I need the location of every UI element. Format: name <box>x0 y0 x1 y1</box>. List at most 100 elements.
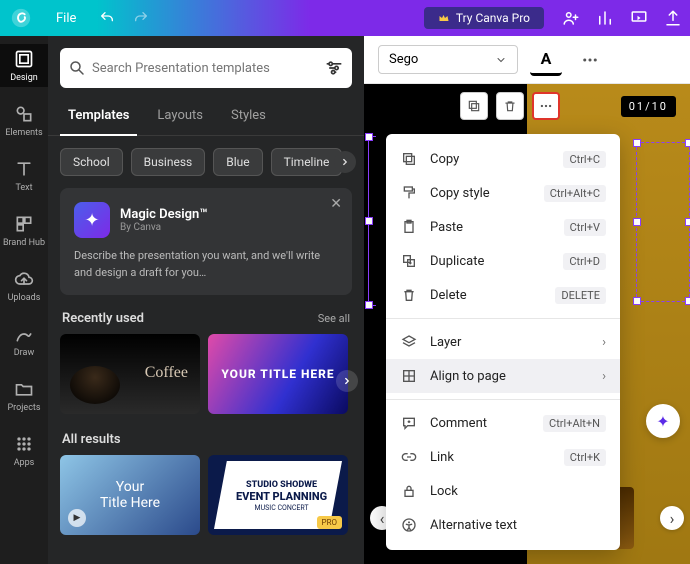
text-icon <box>14 159 34 179</box>
cm-duplicate[interactable]: DuplicateCtrl+D <box>386 244 620 278</box>
chip-timeline[interactable]: Timeline <box>271 148 343 176</box>
cm-copy[interactable]: CopyCtrl+C <box>386 142 620 176</box>
see-all-link[interactable]: See all <box>318 312 350 325</box>
rail-label: Design <box>10 73 38 83</box>
layers-icon <box>401 334 417 350</box>
template-thumb[interactable]: Your Title Here ▶ <box>60 455 200 535</box>
cm-alt-text[interactable]: Alternative text <box>386 508 620 542</box>
more-toolbar-button[interactable] <box>574 44 606 76</box>
magic-fab[interactable]: ✦ <box>646 404 680 438</box>
rail-label: Draw <box>14 348 34 358</box>
paint-roller-icon <box>401 185 417 201</box>
tab-label: Templates <box>68 108 129 123</box>
cm-label: Layer <box>430 335 590 350</box>
delete-page-button[interactable] <box>496 92 524 120</box>
all-thumbnails: Your Title Here ▶ STUDIO SHODWEEVENT PLA… <box>48 455 364 549</box>
cm-copy-style[interactable]: Copy style Ctrl+Alt+C <box>386 176 620 210</box>
present-button[interactable] <box>622 0 656 36</box>
search-input[interactable] <box>92 61 318 76</box>
cm-label: Copy <box>430 152 551 167</box>
template-thumb[interactable]: Coffee <box>60 334 200 414</box>
more-horizontal-icon <box>581 51 599 69</box>
thumb-text: Your <box>116 479 144 495</box>
presentation-icon <box>630 9 648 27</box>
text-color-label: A <box>541 49 552 68</box>
cm-label: Paste <box>430 220 552 235</box>
tab-templates[interactable]: Templates <box>60 100 137 135</box>
apps-icon <box>14 434 34 454</box>
rail-apps[interactable]: Apps <box>0 429 48 472</box>
chips-scroll-right[interactable] <box>334 151 356 173</box>
file-menu[interactable]: File <box>42 0 90 36</box>
copy-icon <box>467 99 481 113</box>
rail-label: Elements <box>5 128 42 138</box>
redo-button[interactable] <box>124 0 158 36</box>
magic-close-button[interactable]: ✕ <box>330 196 342 212</box>
chip-label: Business <box>144 155 193 169</box>
thumb-text: EVENT PLANNING <box>236 490 327 503</box>
chevron-right-icon <box>340 157 350 167</box>
rail-uploads[interactable]: Uploads <box>0 264 48 307</box>
share-button[interactable] <box>656 0 690 36</box>
context-menu: CopyCtrl+C Copy styleCtrl+Alt+C PasteCtr… <box>386 134 620 550</box>
try-pro-button[interactable]: Try Canva Pro <box>424 7 544 29</box>
design-icon <box>14 49 34 69</box>
tab-styles[interactable]: Styles <box>223 100 274 135</box>
cm-lock[interactable]: Lock <box>386 474 620 508</box>
canva-logo[interactable] <box>0 0 42 36</box>
template-thumb[interactable]: STUDIO SHODWEEVENT PLANNINGMUSIC CONCERT… <box>208 455 348 535</box>
filmstrip-next[interactable]: › <box>660 506 684 530</box>
cm-delete[interactable]: DeleteDELETE <box>386 278 620 312</box>
rail-label: Apps <box>14 458 35 468</box>
chip-school[interactable]: School <box>60 148 123 176</box>
cm-align-to-page[interactable]: Align to page› <box>386 359 620 393</box>
rail-design[interactable]: Design <box>0 44 48 87</box>
top-bar: File Try Canva Pro <box>0 0 690 36</box>
chevron-right-icon: › <box>602 369 606 384</box>
cm-layer[interactable]: Layer› <box>386 325 620 359</box>
more-page-button[interactable] <box>532 92 560 120</box>
crown-icon <box>438 12 450 24</box>
magic-design-card[interactable]: ✕ ✦ Magic Design™ By Canva Describe the … <box>60 188 352 295</box>
canvas-stage[interactable]: 01/10 CopyCtrl+C Copy styleCtrl+Alt+C Pa… <box>364 84 690 564</box>
play-icon: ▶ <box>68 509 86 527</box>
file-menu-label: File <box>56 11 76 26</box>
rail-label: Projects <box>8 403 41 413</box>
tab-layouts[interactable]: Layouts <box>149 100 211 135</box>
pro-badge: PRO <box>317 516 342 529</box>
trash-icon <box>503 99 517 113</box>
font-selector[interactable]: Sego <box>378 45 518 74</box>
rail-draw[interactable]: Draw <box>0 319 48 362</box>
cm-label: Lock <box>430 484 606 499</box>
undo-button[interactable] <box>90 0 124 36</box>
template-thumb[interactable]: YOUR TITLE HERE <box>208 334 348 414</box>
chip-blue[interactable]: Blue <box>213 148 262 176</box>
rail-brand-hub[interactable]: Brand Hub <box>0 209 48 252</box>
cloud-upload-icon <box>14 269 34 289</box>
cm-label: Comment <box>430 416 531 431</box>
rail-projects[interactable]: Projects <box>0 374 48 417</box>
rail-elements[interactable]: Elements <box>0 99 48 142</box>
analytics-button[interactable] <box>588 0 622 36</box>
thumbs-scroll-right[interactable] <box>336 370 358 392</box>
cm-shortcut: Ctrl+Alt+C <box>544 185 606 202</box>
filter-icon[interactable] <box>324 58 344 78</box>
more-horizontal-icon <box>539 99 553 113</box>
cm-label: Copy style <box>430 186 532 201</box>
text-color-button[interactable]: A <box>530 44 562 76</box>
cm-link[interactable]: LinkCtrl+K <box>386 440 620 474</box>
share-users-button[interactable] <box>554 0 588 36</box>
cm-paste[interactable]: PasteCtrl+V <box>386 210 620 244</box>
lock-icon <box>401 483 417 499</box>
tab-label: Styles <box>231 108 266 123</box>
cm-label: Alternative text <box>430 518 606 533</box>
cm-comment[interactable]: CommentCtrl+Alt+N <box>386 406 620 440</box>
duplicate-page-button[interactable] <box>460 92 488 120</box>
cm-shortcut: Ctrl+K <box>564 449 606 466</box>
chevron-right-icon <box>342 376 352 386</box>
try-pro-label: Try Canva Pro <box>456 11 530 25</box>
chip-business[interactable]: Business <box>131 148 206 176</box>
rail-text[interactable]: Text <box>0 154 48 197</box>
filter-chips: School Business Blue Timeline <box>48 136 364 188</box>
tab-label: Layouts <box>157 108 203 123</box>
